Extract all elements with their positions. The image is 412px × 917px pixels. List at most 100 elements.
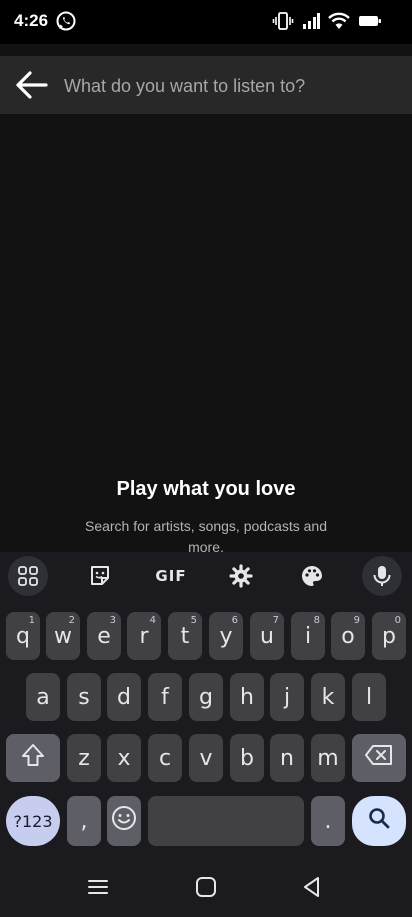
key-hint: 4 <box>149 615 156 626</box>
key-letter: v <box>199 745 213 771</box>
key-hint: 9 <box>353 615 360 626</box>
key-letter: p <box>382 623 396 649</box>
key-letter: u <box>260 623 274 649</box>
on-screen-keyboard: GIF q1 w2 e 3 r 4 t 5 y 6 u 7 i 8 o 9 p … <box>0 552 412 859</box>
key-q[interactable]: q1 <box>6 612 40 660</box>
sticker-icon[interactable] <box>80 556 120 596</box>
key-h[interactable]: h <box>230 673 264 721</box>
key-w[interactable]: w2 <box>46 612 80 660</box>
key-hint: 3 <box>109 615 116 626</box>
key-letter: r <box>139 623 149 649</box>
key-letter: g <box>199 684 213 710</box>
key-letter: b <box>240 745 254 771</box>
whatsapp-icon <box>55 10 77 37</box>
key-c[interactable]: c <box>148 734 182 782</box>
key-o[interactable]: o9 <box>331 612 365 660</box>
key-u[interactable]: u7 <box>250 612 284 660</box>
key-p[interactable]: p0 <box>372 612 406 660</box>
status-time: 4:26 <box>14 11 49 30</box>
status-bar: 4:26 <box>0 0 412 44</box>
key-letter: m <box>317 745 339 771</box>
home-icon[interactable] <box>190 871 222 903</box>
wifi-icon <box>328 12 350 35</box>
symbols-key[interactable]: ?123 <box>6 796 60 846</box>
search-input[interactable] <box>62 68 396 104</box>
key-g[interactable]: g <box>189 673 223 721</box>
gif-label: GIF <box>155 567 187 585</box>
key-f[interactable]: f <box>148 673 182 721</box>
key-e[interactable]: e3 <box>87 612 121 660</box>
shift-key[interactable] <box>6 734 60 782</box>
search-results-area: Play what you love Search for artists, s… <box>0 114 412 555</box>
key-z[interactable]: z <box>67 734 101 782</box>
search-bar <box>0 56 412 114</box>
key-letter: n <box>280 745 294 771</box>
battery-icon <box>358 12 382 35</box>
comma-key[interactable]: , <box>67 796 101 846</box>
microphone-icon[interactable] <box>362 556 402 596</box>
header-gap <box>0 44 412 56</box>
key-s[interactable]: s <box>67 673 101 721</box>
theme-palette-icon[interactable] <box>292 556 332 596</box>
empty-state-title: Play what you love <box>116 478 296 500</box>
key-letter: s <box>78 684 90 710</box>
key-letter: h <box>240 684 254 710</box>
apps-grid-icon[interactable] <box>8 556 48 596</box>
key-hint: 2 <box>68 615 75 626</box>
key-letter: a <box>36 684 50 710</box>
period-label: . <box>324 808 332 834</box>
key-letter: c <box>158 745 172 771</box>
key-letter: j <box>283 684 291 710</box>
key-letter: i <box>304 623 312 649</box>
key-letter: z <box>78 745 90 771</box>
key-x[interactable]: x <box>107 734 141 782</box>
key-hint: 7 <box>272 615 279 626</box>
key-hint: 5 <box>190 615 197 626</box>
key-b[interactable]: b <box>230 734 264 782</box>
key-hint: 1 <box>28 615 35 626</box>
search-magnifier-icon <box>367 806 391 836</box>
emoji-key[interactable] <box>107 796 141 846</box>
key-a[interactable]: a <box>26 673 60 721</box>
search-key[interactable] <box>352 796 406 846</box>
settings-gear-icon[interactable] <box>221 556 261 596</box>
key-letter: y <box>219 623 233 649</box>
period-key[interactable]: . <box>311 796 345 846</box>
key-letter: t <box>180 623 190 649</box>
recent-apps-icon[interactable] <box>82 871 114 903</box>
key-letter: o <box>341 623 355 649</box>
signal-icon <box>302 12 320 35</box>
key-y[interactable]: y6 <box>209 612 243 660</box>
key-letter: f <box>161 684 169 710</box>
key-letter: d <box>117 684 131 710</box>
system-nav-bar <box>0 859 412 917</box>
key-j[interactable]: j <box>270 673 304 721</box>
key-d[interactable]: d <box>107 673 141 721</box>
key-letter: k <box>321 684 335 710</box>
key-m[interactable]: m <box>311 734 345 782</box>
symbols-label: ?123 <box>13 811 53 831</box>
key-n[interactable]: n <box>270 734 304 782</box>
key-letter: w <box>54 623 72 649</box>
key-r[interactable]: r4 <box>127 612 161 660</box>
keyboard-toolbar: GIF <box>0 552 412 600</box>
emoji-smiley-icon <box>111 805 137 837</box>
key-v[interactable]: v <box>189 734 223 782</box>
shift-arrow-icon <box>20 742 46 774</box>
backspace-icon <box>364 744 394 772</box>
backspace-key[interactable] <box>352 734 406 782</box>
key-hint: 8 <box>313 615 320 626</box>
space-bar[interactable] <box>148 796 304 846</box>
key-k[interactable]: k <box>311 673 345 721</box>
key-t[interactable]: t5 <box>168 612 202 660</box>
back-triangle-icon[interactable] <box>296 871 328 903</box>
gif-button[interactable]: GIF <box>150 556 192 596</box>
key-i[interactable]: i8 <box>291 612 325 660</box>
key-letter: x <box>117 745 131 771</box>
key-l[interactable]: l <box>352 673 386 721</box>
key-hint: 6 <box>231 615 238 626</box>
back-arrow-icon[interactable] <box>14 68 50 102</box>
key-letter: e <box>97 623 111 649</box>
key-hint: 0 <box>394 615 401 626</box>
vibrate-icon <box>272 12 294 35</box>
